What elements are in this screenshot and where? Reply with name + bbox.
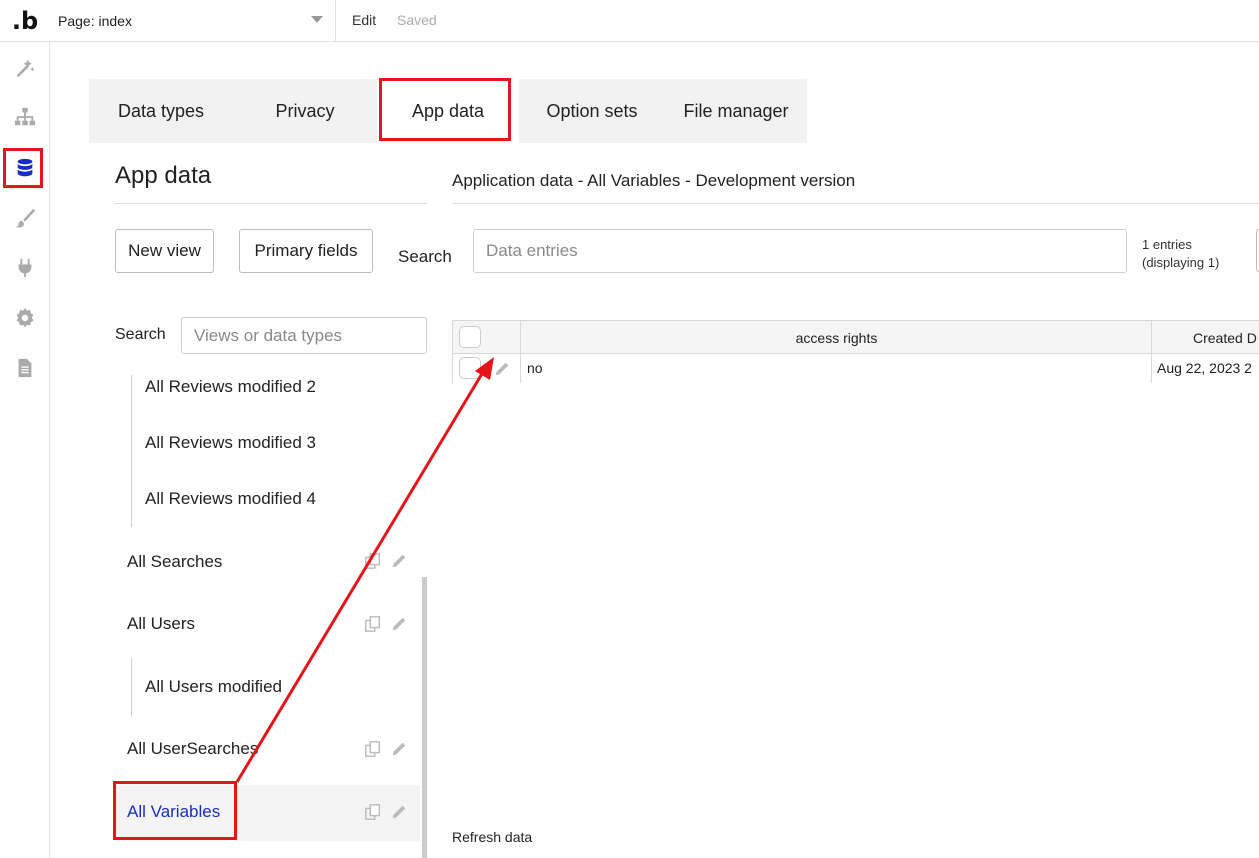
data-table: access rights Created D no Aug 22, 2023 … <box>452 320 1259 383</box>
view-tools <box>364 552 408 570</box>
column-separator <box>520 321 521 383</box>
pencil-icon[interactable] <box>390 615 408 633</box>
design-icon[interactable] <box>10 52 40 82</box>
view-item-reviews-modified-2[interactable]: All Reviews modified 2 <box>145 377 316 397</box>
logs-document-icon[interactable] <box>10 353 40 383</box>
column-header-access-rights[interactable]: access rights <box>521 330 1152 346</box>
view-item-reviews-modified-4[interactable]: All Reviews modified 4 <box>145 489 316 509</box>
top-bar: .b Page: index Edit Saved <box>0 0 1259 42</box>
view-tools <box>364 740 408 758</box>
divider <box>452 203 1259 204</box>
column-separator <box>1151 321 1152 383</box>
entries-displaying-line: (displaying 1) <box>1142 255 1220 270</box>
copy-icon[interactable] <box>364 552 382 570</box>
row-checkbox[interactable] <box>459 357 481 379</box>
copy-icon[interactable] <box>364 615 382 633</box>
page-select[interactable]: Page: index <box>50 0 336 42</box>
database-icon-highlight <box>3 148 43 188</box>
edit-menu[interactable]: Edit <box>352 12 376 28</box>
new-view-button[interactable]: New view <box>115 229 214 273</box>
gear-icon[interactable] <box>10 303 40 333</box>
copy-icon[interactable] <box>364 740 382 758</box>
tab-option-sets[interactable]: Option sets <box>519 79 665 143</box>
view-item-searches[interactable]: All Searches <box>127 552 222 572</box>
tab-label: File manager <box>683 100 789 121</box>
view-tools <box>364 615 408 633</box>
pencil-icon[interactable] <box>390 552 408 570</box>
tab-data-types[interactable]: Data types <box>89 79 233 143</box>
views-search-input[interactable] <box>181 317 427 354</box>
view-item-users-modified[interactable]: All Users modified <box>145 677 282 697</box>
divider <box>115 203 427 204</box>
plugin-icon[interactable] <box>10 253 40 283</box>
all-variables-highlight <box>113 781 237 840</box>
pencil-icon[interactable] <box>390 803 408 821</box>
sub-view-line <box>131 375 132 527</box>
tab-privacy[interactable]: Privacy <box>233 79 377 143</box>
entries-count: 1 entries (displaying 1) <box>1142 236 1219 272</box>
pencil-icon[interactable] <box>493 360 511 378</box>
table-row[interactable]: no Aug 22, 2023 2 <box>453 354 1259 383</box>
view-tools <box>364 803 408 821</box>
select-all-checkbox[interactable] <box>459 326 481 348</box>
structure-icon[interactable] <box>10 102 40 132</box>
table-header: access rights Created D <box>453 321 1259 354</box>
bubble-logo[interactable]: .b <box>0 0 50 42</box>
saved-status: Saved <box>397 12 437 28</box>
column-header-created-date[interactable]: Created D <box>1193 330 1257 346</box>
tab-label: Privacy <box>275 100 335 121</box>
cell-created-date: Aug 22, 2023 2 <box>1157 360 1252 376</box>
app-data-tab-highlight <box>379 78 511 141</box>
tab-label: Data types <box>117 100 205 121</box>
primary-fields-button[interactable]: Primary fields <box>239 229 373 273</box>
tab-label: Option sets <box>546 100 638 121</box>
page-title: App data <box>115 162 212 189</box>
data-view-header: Application data - All Variables - Devel… <box>452 171 856 190</box>
entries-search-label: Search <box>398 247 452 266</box>
refresh-data-link[interactable]: Refresh data <box>452 829 532 845</box>
entries-count-line: 1 entries <box>1142 237 1192 252</box>
views-scrollbar[interactable] <box>422 577 427 858</box>
tab-file-manager[interactable]: File manager <box>665 79 807 143</box>
entries-search-input[interactable] <box>473 229 1127 273</box>
view-item-reviews-modified-3[interactable]: All Reviews modified 3 <box>145 433 316 453</box>
copy-icon[interactable] <box>364 803 382 821</box>
cell-access-rights: no <box>527 360 543 376</box>
pencil-icon[interactable] <box>390 740 408 758</box>
style-brush-icon[interactable] <box>10 203 40 233</box>
page-select-label: Page: index <box>58 13 132 29</box>
view-item-usersearches[interactable]: All UserSearches <box>127 739 258 759</box>
chevron-down-icon <box>311 16 323 23</box>
views-search-label: Search <box>115 326 166 343</box>
view-item-users[interactable]: All Users <box>127 614 195 634</box>
sub-view-line <box>131 658 132 716</box>
